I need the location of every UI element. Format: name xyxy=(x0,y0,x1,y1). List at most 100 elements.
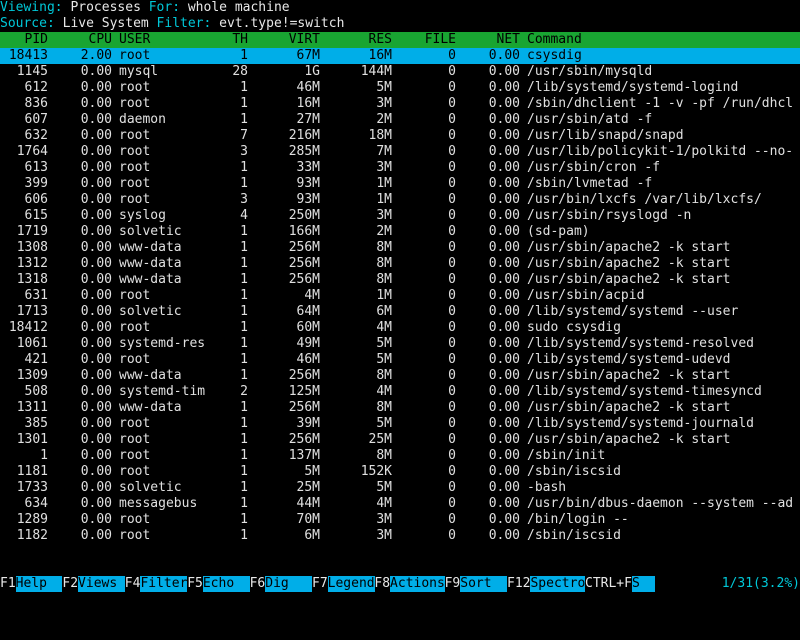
cell-net: 0.00 xyxy=(488,144,520,159)
table-row[interactable]: 1289 0.00 root 1 70M 3M 0 0.00/bin/login -- xyxy=(0,512,800,528)
fkey-label: Views xyxy=(78,576,125,592)
fkey-dig[interactable]: F6Dig xyxy=(250,576,313,592)
table-row[interactable]: 1311 0.00 www-data 1 256M 8M 0 0.00/usr/sbin/ap… xyxy=(0,400,800,416)
table-row[interactable]: 1713 0.00 solvetic 1 64M 6M 0 0.00/lib/systemd/… xyxy=(0,304,800,320)
cell-file: 0 xyxy=(448,160,456,175)
cell-pid: 1061 xyxy=(16,336,48,351)
cell-net: 0.00 xyxy=(488,528,520,543)
table-row[interactable]: 606 0.00 root 3 93M 1M 0 0.00/usr/bin/lxcfs /va… xyxy=(0,192,800,208)
cell-file: 0 xyxy=(448,96,456,111)
cell-cpu: 0.00 xyxy=(80,448,112,463)
cell-cpu: 0.00 xyxy=(80,176,112,191)
cell-pid: 613 xyxy=(24,160,48,175)
cell-user: systemd-res xyxy=(119,336,206,351)
cell-virt: 4M xyxy=(304,288,320,303)
column-header-res[interactable]: RES xyxy=(328,32,392,48)
column-header-net[interactable]: NET xyxy=(464,32,520,48)
cell-th: 1 xyxy=(240,480,248,495)
cell-res: 144M xyxy=(360,64,392,79)
cell-cpu: 0.00 xyxy=(80,272,112,287)
fkey-filter[interactable]: F4Filter xyxy=(125,576,188,592)
table-row[interactable]: 1145 0.00 mysql 28 1G 144M 0 0.00/usr/sbin/mysq… xyxy=(0,64,800,80)
cell-cpu: 0.00 xyxy=(80,512,112,527)
cell-file: 0 xyxy=(448,304,456,319)
cell-cpu: 0.00 xyxy=(80,144,112,159)
fkey-sort[interactable]: F9Sort xyxy=(445,576,508,592)
table-row[interactable]: 508 0.00 systemd-tim 2 125M 4M 0 0.00/lib/syste… xyxy=(0,384,800,400)
table-row[interactable]: 1312 0.00 www-data 1 256M 8M 0 0.00/usr/sbin/ap… xyxy=(0,256,800,272)
cell-file: 0 xyxy=(448,512,456,527)
table-row[interactable]: 615 0.00 syslog 4 250M 3M 0 0.00/usr/sbin/rsysl… xyxy=(0,208,800,224)
table-row[interactable]: 631 0.00 root 1 4M 1M 0 0.00/usr/sbin/acpid xyxy=(0,288,800,304)
cell-virt: 70M xyxy=(296,512,320,527)
table-row[interactable]: 1764 0.00 root 3 285M 7M 0 0.00/usr/lib/policyk… xyxy=(0,144,800,160)
cell-res: 5M xyxy=(376,480,392,495)
cell-th: 1 xyxy=(240,352,248,367)
cell-net: 0.00 xyxy=(488,480,520,495)
cell-file: 0 xyxy=(448,368,456,383)
cell-cmd: /bin/login -- xyxy=(527,512,629,527)
table-row[interactable]: 632 0.00 root 7 216M 18M 0 0.00/usr/lib/snapd/s… xyxy=(0,128,800,144)
table-row[interactable]: 1181 0.00 root 1 5M 152K 0 0.00/sbin/iscsid xyxy=(0,464,800,480)
cell-user: root xyxy=(119,128,151,143)
table-row-selected[interactable]: 18413 2.00 root 1 67M 16M 0 0.00 csysdig xyxy=(0,48,800,64)
cell-virt: 6M xyxy=(304,528,320,543)
table-row[interactable]: 18412 0.00 root 1 60M 4M 0 0.00 sudo csysdig xyxy=(0,320,800,336)
column-header-pid[interactable]: PID xyxy=(0,32,48,48)
table-row[interactable]: 607 0.00 daemon 1 27M 2M 0 0.00/usr/sbin/atd -f xyxy=(0,112,800,128)
table-row[interactable]: 1061 0.00 systemd-res 1 49M 5M 0 0.00/lib/syste… xyxy=(0,336,800,352)
cell-virt: 256M xyxy=(288,432,320,447)
cell-net: 0.00 xyxy=(488,496,520,511)
fkey-legend[interactable]: F7Legend xyxy=(312,576,375,592)
table-row[interactable]: 836 0.00 root 1 16M 3M 0 0.00/sbin/dhclient -1 … xyxy=(0,96,800,112)
cell-file: 0 xyxy=(448,384,456,399)
table-row[interactable]: 1308 0.00 www-data 1 256M 8M 0 0.00/usr/sbin/ap… xyxy=(0,240,800,256)
cell-th: 1 xyxy=(240,368,248,383)
table-row[interactable]: 1309 0.00 www-data 1 256M 8M 0 0.00/usr/sbin/ap… xyxy=(0,368,800,384)
cell-pid: 606 xyxy=(24,192,48,207)
table-row[interactable]: 1719 0.00 solvetic 1 166M 2M 0 0.00 (sd-pam) xyxy=(0,224,800,240)
cell-pid: 1733 xyxy=(16,480,48,495)
cell-user: root xyxy=(119,448,151,463)
source-value: Live System xyxy=(54,16,157,31)
cell-res: 4M xyxy=(376,496,392,511)
table-row[interactable]: 1 0.00 root 1 137M 8M 0 0.00/sbin/init xyxy=(0,448,800,464)
fkey-label: Sort xyxy=(460,576,508,592)
cell-virt: 49M xyxy=(296,336,320,351)
column-header-virt[interactable]: VIRT xyxy=(256,32,320,48)
fkey-spectro[interactable]: F12Spectro xyxy=(507,576,586,592)
table-row[interactable]: 385 0.00 root 1 39M 5M 0 0.00/lib/systemd/syste… xyxy=(0,416,800,432)
cell-cpu: 0.00 xyxy=(80,368,112,383)
fkey-actions[interactable]: F8Actions xyxy=(374,576,445,592)
table-row[interactable]: 1182 0.00 root 1 6M 3M 0 0.00/sbin/iscsid xyxy=(0,528,800,544)
table-row[interactable]: 1318 0.00 www-data 1 256M 8M 0 0.00/usr/sbin/ap… xyxy=(0,272,800,288)
table-row[interactable]: 613 0.00 root 1 33M 3M 0 0.00/usr/sbin/cron -f xyxy=(0,160,800,176)
column-header-cpu[interactable]: CPU xyxy=(56,32,112,48)
cell-net: 0.00 xyxy=(488,272,520,287)
cell-res: 2M xyxy=(376,112,392,127)
table-row[interactable]: 421 0.00 root 1 46M 5M 0 0.00/lib/systemd/syste… xyxy=(0,352,800,368)
cell-file: 0 xyxy=(448,528,456,543)
column-header-user[interactable]: USER xyxy=(119,32,223,48)
column-header-th[interactable]: TH xyxy=(224,32,248,48)
cell-res: 1M xyxy=(376,288,392,303)
table-row[interactable]: 399 0.00 root 1 93M 1M 0 0.00/sbin/lvmetad -f xyxy=(0,176,800,192)
cell-pid: 18413 xyxy=(8,48,48,63)
fkey-echo[interactable]: F5Echo xyxy=(187,576,250,592)
cell-pid: 631 xyxy=(24,288,48,303)
cell-cpu: 0.00 xyxy=(80,304,112,319)
cell-pid: 1 xyxy=(40,448,48,463)
table-row[interactable]: 612 0.00 root 1 46M 5M 0 0.00/lib/systemd/syste… xyxy=(0,80,800,96)
table-row[interactable]: 634 0.00 messagebus 1 44M 4M 0 0.00/usr/bin/dbu… xyxy=(0,496,800,512)
fkey-s[interactable]: CTRL+FS xyxy=(585,576,656,592)
cell-th: 1 xyxy=(240,528,248,543)
fkey-label: Legend xyxy=(327,576,375,592)
fkey-help[interactable]: F1Help xyxy=(0,576,63,592)
table-row[interactable]: 1733 0.00 solvetic 1 25M 5M 0 0.00 -bash xyxy=(0,480,800,496)
column-header-file[interactable]: FILE xyxy=(400,32,456,48)
cell-virt: 256M xyxy=(288,400,320,415)
cell-net: 0.00 xyxy=(488,416,520,431)
fkey-views[interactable]: F2Views xyxy=(62,576,125,592)
table-row[interactable]: 1301 0.00 root 1 256M 25M 0 0.00/usr/sbin/apach… xyxy=(0,432,800,448)
column-header-command[interactable]: Command xyxy=(527,32,800,48)
